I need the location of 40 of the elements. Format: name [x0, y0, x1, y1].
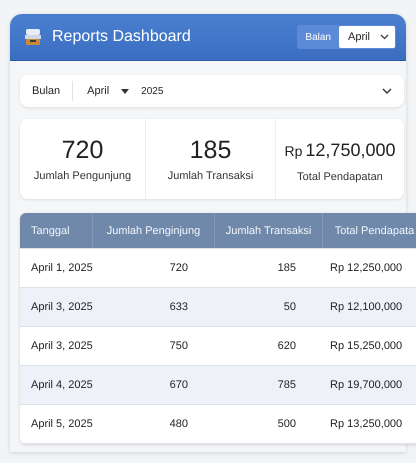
column-header: Jumlah Penginjung: [92, 213, 214, 248]
month-dropdown[interactable]: April: [73, 85, 142, 97]
filter-label: Bulan: [20, 81, 74, 101]
table-cell-text: 620: [276, 339, 297, 354]
column-header: Total Pendapata: [322, 213, 416, 248]
table-cell-text: 185: [276, 261, 297, 276]
month-label: Balan: [304, 32, 332, 42]
table-cell-text: 500: [276, 417, 297, 432]
window-title: Reports Dashboard: [52, 28, 192, 46]
table-cell-text: 50: [282, 300, 297, 315]
stat-value: Rp 12,750,000: [284, 138, 396, 162]
table-cell-text: 480: [168, 417, 189, 432]
table-cell-text: 785: [276, 378, 297, 393]
table-cell-text: April 4, 2025: [30, 378, 92, 393]
table-cell-text: Rp 12,250,000: [329, 261, 404, 276]
table-cell-text: Rp 15,250,000: [329, 339, 404, 354]
table-cell-text: Rp 13,250,000: [329, 417, 404, 432]
table-cell-text: April 3, 2025: [30, 300, 92, 315]
register-icon: [24, 28, 42, 46]
year-dropdown[interactable]: 2025: [141, 86, 404, 96]
stat-value: 185: [190, 136, 232, 164]
table-cell-text: 750: [168, 339, 189, 354]
table-cell-text: April 5, 2025: [30, 417, 92, 432]
table-cell-text: 633: [168, 300, 189, 315]
chevron-icon: [382, 88, 392, 94]
caret-icon: [121, 88, 130, 94]
table-cell-text: Rp 19,700,000: [329, 378, 404, 393]
month-dropdown[interactable]: April: [338, 26, 395, 48]
stat-value: 720: [62, 136, 104, 164]
stat-label: Jumlah Pengunjung: [34, 170, 132, 182]
column-header: Jumlah Transaksi: [214, 213, 322, 248]
chevron-icon: [380, 34, 389, 40]
table-cell-text: April 3, 2025: [30, 339, 92, 354]
table-cell-text: April 1, 2025: [30, 261, 92, 276]
table-cell-text: 720: [168, 261, 189, 276]
table-cell-text: 670: [168, 378, 189, 393]
column-header: Tanggal: [30, 224, 71, 238]
stat-label: Total Pendapatan: [297, 170, 383, 182]
stat-label: Jumlah Transaksi: [168, 170, 254, 182]
table-cell-text: Rp 12,100,000: [329, 300, 404, 315]
